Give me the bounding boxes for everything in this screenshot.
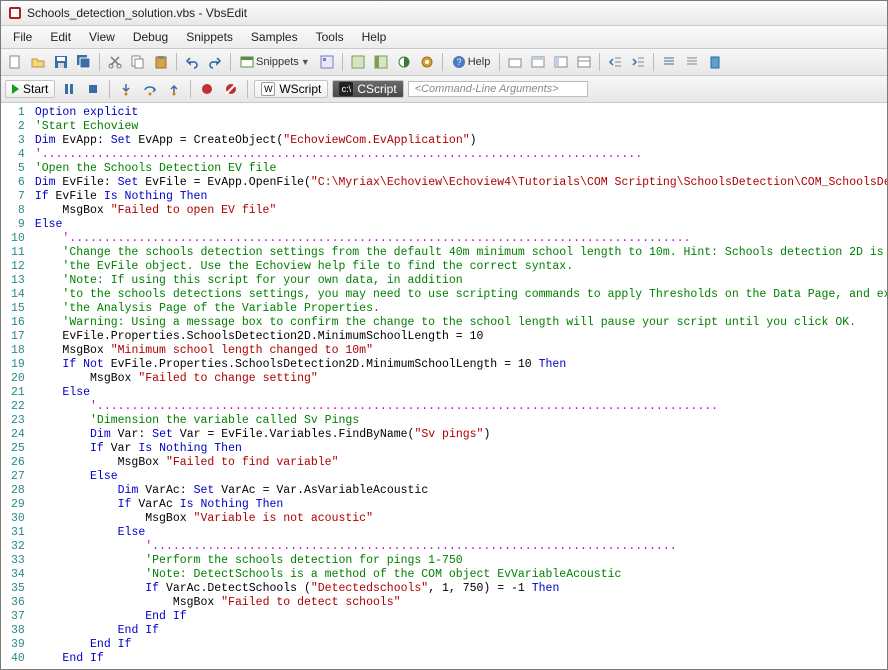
code-area[interactable]: Option explicit'Start EchoviewDim EvApp:…: [31, 103, 887, 669]
wscript-icon: W: [261, 82, 275, 96]
comment-icon[interactable]: [659, 52, 679, 72]
copy-icon[interactable]: [128, 52, 148, 72]
cut-icon[interactable]: [105, 52, 125, 72]
panel-icon-4[interactable]: [574, 52, 594, 72]
menubar: File Edit View Debug Snippets Samples To…: [1, 26, 887, 49]
help-icon: ?: [452, 55, 466, 69]
separator: [190, 80, 191, 98]
cscript-icon: c:\: [339, 82, 353, 96]
start-button[interactable]: Start: [5, 80, 55, 98]
toolbar-debug: Start W WScript c:\ CScript <Command-Lin…: [1, 76, 887, 103]
help-button[interactable]: ? Help: [448, 55, 495, 69]
separator: [99, 53, 100, 71]
menu-file[interactable]: File: [5, 28, 40, 46]
menu-snippets[interactable]: Snippets: [178, 28, 241, 46]
new-file-icon[interactable]: [5, 52, 25, 72]
cmdline-args-input[interactable]: <Command-Line Arguments>: [408, 81, 588, 97]
open-file-icon[interactable]: [28, 52, 48, 72]
undo-icon[interactable]: [182, 52, 202, 72]
separator: [109, 80, 110, 98]
breakpoint-icon[interactable]: [197, 79, 217, 99]
app-icon: [7, 5, 23, 21]
paste-icon[interactable]: [151, 52, 171, 72]
separator: [176, 53, 177, 71]
step-out-icon[interactable]: [164, 79, 184, 99]
separator: [247, 80, 248, 98]
pause-icon[interactable]: [59, 79, 79, 99]
gear-icon[interactable]: [417, 52, 437, 72]
stop-icon[interactable]: [83, 79, 103, 99]
panel-icon-1[interactable]: [505, 52, 525, 72]
snippets-dropdown[interactable]: Snippets ▼: [236, 55, 314, 69]
play-icon: [12, 84, 19, 94]
separator: [230, 53, 231, 71]
separator: [653, 53, 654, 71]
menu-edit[interactable]: Edit: [42, 28, 79, 46]
app-window: Schools_detection_solution.vbs - VbsEdit…: [0, 0, 888, 670]
step-into-icon[interactable]: [116, 79, 136, 99]
indent-icon[interactable]: [628, 52, 648, 72]
wscript-button[interactable]: W WScript: [254, 80, 328, 98]
titlebar: Schools_detection_solution.vbs - VbsEdit: [1, 1, 887, 26]
panel-icon-2[interactable]: [528, 52, 548, 72]
line-gutter: 1234567891011121314151617181920212223242…: [1, 103, 31, 669]
snippets-icon: [240, 55, 254, 69]
view-icon-1[interactable]: [348, 52, 368, 72]
cscript-button[interactable]: c:\ CScript: [332, 80, 403, 98]
menu-debug[interactable]: Debug: [125, 28, 176, 46]
tool-icon-a[interactable]: [317, 52, 337, 72]
separator: [499, 53, 500, 71]
window-title: Schools_detection_solution.vbs - VbsEdit: [27, 6, 247, 20]
chevron-down-icon: ▼: [301, 57, 310, 67]
menu-help[interactable]: Help: [354, 28, 395, 46]
bookmark-icon[interactable]: [705, 52, 725, 72]
menu-view[interactable]: View: [81, 28, 123, 46]
separator: [342, 53, 343, 71]
separator: [599, 53, 600, 71]
panel-icon-3[interactable]: [551, 52, 571, 72]
separator: [442, 53, 443, 71]
save-all-icon[interactable]: [74, 52, 94, 72]
toolbar-main: Snippets ▼ ? Help: [1, 49, 887, 76]
redo-icon[interactable]: [205, 52, 225, 72]
breakpoint-clear-icon[interactable]: [221, 79, 241, 99]
menu-samples[interactable]: Samples: [243, 28, 306, 46]
menu-tools[interactable]: Tools: [308, 28, 352, 46]
code-editor[interactable]: 1234567891011121314151617181920212223242…: [1, 103, 887, 669]
svg-text:?: ?: [456, 57, 461, 67]
outdent-icon[interactable]: [605, 52, 625, 72]
view-icon-2[interactable]: [371, 52, 391, 72]
save-icon[interactable]: [51, 52, 71, 72]
step-over-icon[interactable]: [140, 79, 160, 99]
uncomment-icon[interactable]: [682, 52, 702, 72]
view-icon-3[interactable]: [394, 52, 414, 72]
